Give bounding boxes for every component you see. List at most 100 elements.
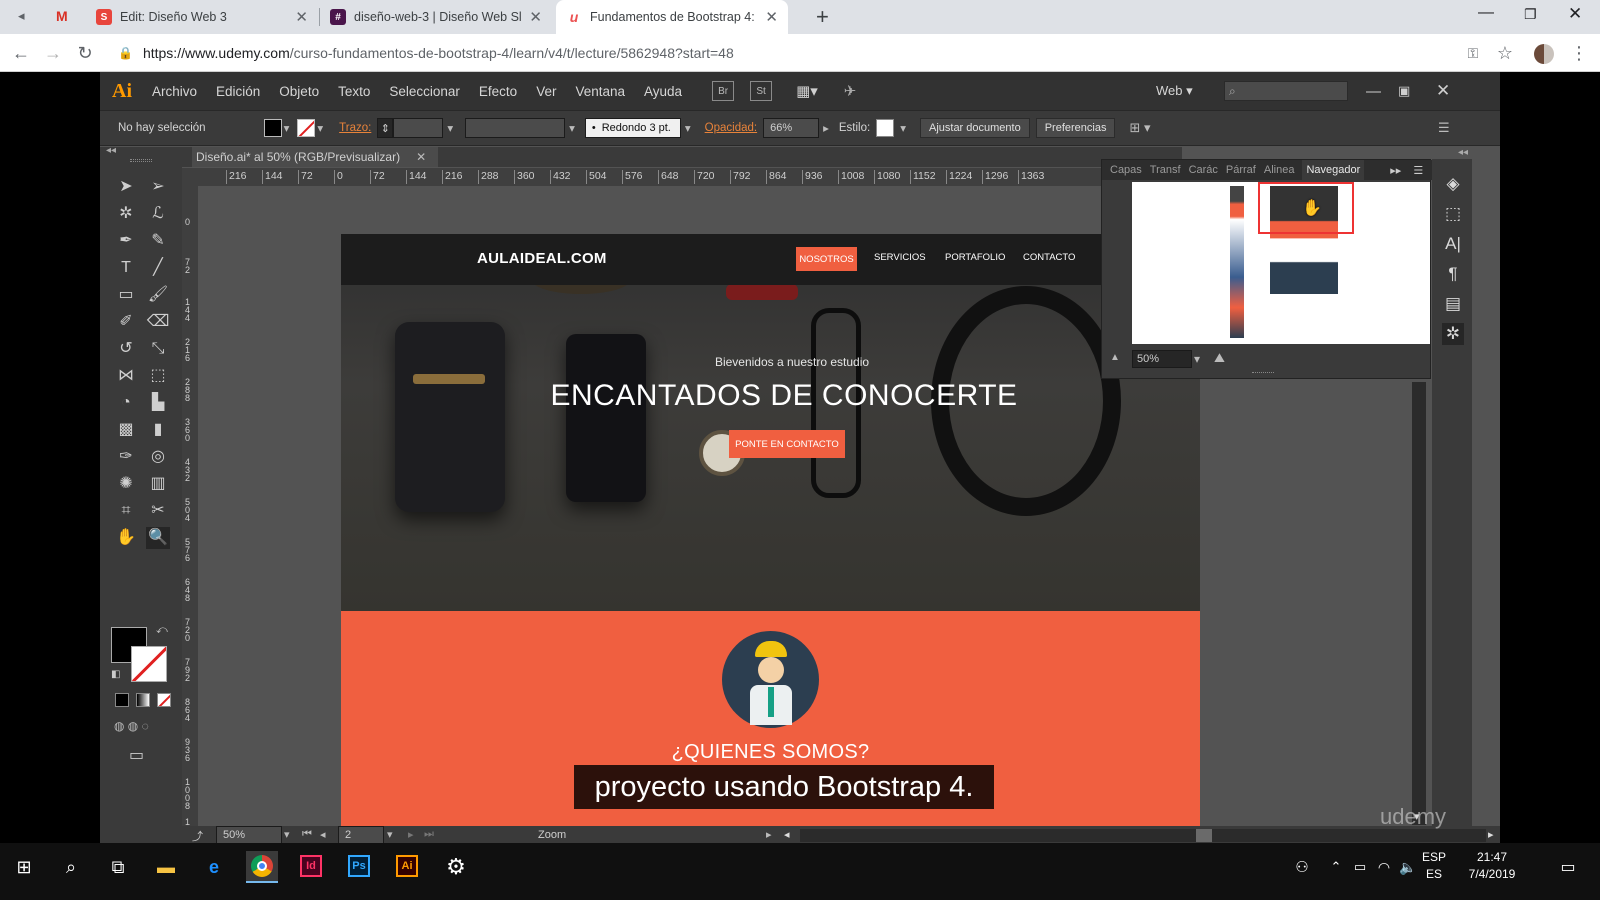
rectangle-tool-icon[interactable]: ▭ [114, 284, 138, 306]
zoom-level-field[interactable]: 50% [216, 826, 282, 844]
shaper-tool-icon[interactable]: ✐ [114, 311, 138, 333]
gradient-tool-icon[interactable]: ▮ [146, 419, 170, 441]
artboard-dropdown-icon[interactable]: ▾ [387, 828, 393, 841]
collapse-toolbar-icon[interactable]: ◂◂ [106, 145, 116, 156]
tab-udemy[interactable]: u Fundamentos de Bootstrap 4: Cr ✕ [556, 0, 788, 34]
free-transform-tool-icon[interactable]: ⬚ [146, 365, 170, 387]
bridge-button[interactable]: Br [712, 81, 735, 101]
navigator-zoom-field[interactable]: 50% [1132, 350, 1192, 368]
collapse-dock-icon[interactable]: ◂◂ [1458, 147, 1468, 158]
settings-icon[interactable]: ⚙ [440, 851, 472, 883]
menu-seleccionar[interactable]: Seleccionar [389, 84, 460, 99]
menu-efecto[interactable]: Efecto [479, 84, 517, 99]
fill-dropdown-icon[interactable]: ▾ [284, 121, 290, 135]
tab-navegador[interactable]: Navegador [1302, 160, 1365, 180]
contact-cta-button[interactable]: PONTE EN CONTACTO [729, 430, 845, 458]
symbol-sprayer-tool-icon[interactable]: ✺ [114, 473, 138, 495]
scroll-left-icon[interactable]: ◂ [784, 828, 790, 841]
nav-portafolio[interactable]: PORTAFOLIO [945, 252, 1005, 263]
next-artboard-icon[interactable]: ▸ [408, 828, 414, 841]
fill-swatch[interactable] [263, 119, 282, 137]
perspective-grid-tool-icon[interactable]: ▙ [146, 392, 170, 414]
illustrator-taskbar-icon[interactable]: Ai [396, 855, 418, 877]
edge-icon[interactable]: e [198, 851, 230, 883]
status-menu-arrow-icon[interactable]: ▸ [766, 828, 772, 841]
pen-tool-icon[interactable]: ✒ [114, 230, 138, 252]
brush-dropdown-icon[interactable]: ▾ [685, 121, 691, 135]
menu-objeto[interactable]: Objeto [279, 84, 319, 99]
last-artboard-icon[interactable]: ⏭ [424, 828, 434, 841]
paragraph-icon[interactable]: ¶ [1442, 263, 1464, 285]
panel-expand-icon[interactable]: ▸▸ [1390, 164, 1401, 177]
stroke-weight-stepper[interactable]: ⇕ [377, 118, 394, 138]
stroke-dropdown-icon[interactable]: ▾ [317, 121, 323, 135]
close-document-icon[interactable]: ✕ [416, 150, 426, 164]
arrange-documents-icon[interactable]: ▦▾ [796, 82, 818, 100]
nav-nosotros[interactable]: NOSOTROS [796, 247, 857, 271]
width-tool-icon[interactable]: ⋈ [114, 365, 138, 387]
tab-edit-diseno[interactable]: S Edit: Diseño Web 3 ✕ [86, 0, 318, 34]
adjust-document-button[interactable]: Ajustar documento [919, 118, 1030, 138]
paintbrush-tool-icon[interactable]: 🖌 [146, 284, 170, 306]
opacity-arrow-icon[interactable]: ▸ [823, 121, 829, 135]
shape-builder-tool-icon[interactable]: ◔ [114, 392, 138, 414]
workspace-switcher[interactable]: Web ▾ [1156, 83, 1193, 99]
column-graph-tool-icon[interactable]: ▥ [146, 473, 170, 495]
artboard-navigation-icon[interactable]: ⤴ [192, 828, 203, 844]
previous-artboard-icon[interactable]: ◂ [320, 828, 326, 841]
browser-menu-icon[interactable]: ⋮ [1568, 42, 1590, 64]
app-maximize-icon[interactable]: ▣ [1398, 83, 1410, 99]
close-window-icon[interactable]: ✕ [1568, 4, 1582, 24]
selection-tool-icon[interactable]: ➤ [114, 176, 138, 198]
lasso-tool-icon[interactable]: ℒ [146, 203, 170, 225]
indesign-icon[interactable]: Id [300, 855, 322, 877]
mute-icon[interactable]: ◂ [18, 8, 25, 24]
windows-start-icon[interactable]: ⊞ [8, 851, 40, 883]
navigator-zoom-dropdown-icon[interactable]: ▾ [1194, 352, 1200, 366]
hand-tool-icon[interactable]: ✋ [114, 527, 138, 549]
people-icon[interactable]: ⚇ [1286, 851, 1318, 883]
curvature-tool-icon[interactable]: ✎ [146, 230, 170, 252]
tab-slack[interactable]: # diseño-web-3 | Diseño Web Slac ✕ [320, 0, 552, 34]
menu-ayuda[interactable]: Ayuda [644, 84, 682, 99]
language-indicator[interactable]: ESP ES [1422, 849, 1446, 883]
variable-width-dropdown-icon[interactable]: ▾ [569, 121, 575, 135]
artboard-tool-icon[interactable]: ⌗ [114, 500, 138, 522]
artboard-number-field[interactable]: 2 [338, 826, 384, 844]
file-explorer-icon[interactable]: ▬ [150, 851, 182, 883]
navigator-preview[interactable]: ✋ [1132, 182, 1430, 344]
none-mode-icon[interactable] [157, 693, 171, 707]
scroll-right-icon[interactable]: ▸ [1488, 828, 1494, 841]
stock-button[interactable]: St [750, 81, 773, 101]
menu-texto[interactable]: Texto [338, 84, 370, 99]
bookmark-star-icon[interactable]: ☆ [1494, 42, 1516, 64]
variable-width-field[interactable] [465, 118, 566, 138]
profile-avatar[interactable] [1534, 44, 1554, 64]
vertical-scrollbar[interactable] [1412, 382, 1426, 825]
zoom-dropdown-icon[interactable]: ▾ [284, 828, 290, 841]
color-mode-icon[interactable] [115, 693, 129, 707]
app-close-icon[interactable]: ✕ [1436, 81, 1450, 101]
brush-field[interactable]: • Redondo 3 pt. [584, 118, 681, 138]
restore-window-icon[interactable]: ❐ [1524, 6, 1537, 23]
rotate-tool-icon[interactable]: ↺ [114, 338, 138, 360]
menu-ver[interactable]: Ver [536, 84, 556, 99]
gmail-icon[interactable]: M [56, 8, 68, 24]
panel-menu-icon[interactable]: ☰ [1413, 164, 1423, 177]
type-tool-icon[interactable]: T [114, 257, 138, 279]
task-view-icon[interactable]: ⧉ [102, 851, 134, 883]
screen-mode-icon[interactable]: ▭ [129, 745, 144, 765]
site-brand[interactable]: AULAIDEAL.COM [477, 250, 607, 267]
layers-icon[interactable]: ◈ [1442, 173, 1464, 195]
preferences-button[interactable]: Preferencias [1035, 118, 1116, 138]
character-icon[interactable]: A| [1442, 233, 1464, 255]
search-icon[interactable]: ⌕ [55, 851, 87, 883]
panel-resize-grip[interactable] [1252, 372, 1274, 375]
gpu-performance-icon[interactable]: ✈ [844, 82, 857, 100]
photoshop-icon[interactable]: Ps [348, 855, 370, 877]
tab-alinear[interactable]: Alinea [1264, 164, 1295, 176]
direct-selection-tool-icon[interactable]: ➢ [146, 176, 170, 198]
swap-fill-stroke-icon[interactable]: ⤺ [156, 624, 168, 637]
nav-servicios[interactable]: SERVICIOS [874, 252, 926, 263]
close-tab-icon[interactable]: ✕ [765, 8, 778, 26]
